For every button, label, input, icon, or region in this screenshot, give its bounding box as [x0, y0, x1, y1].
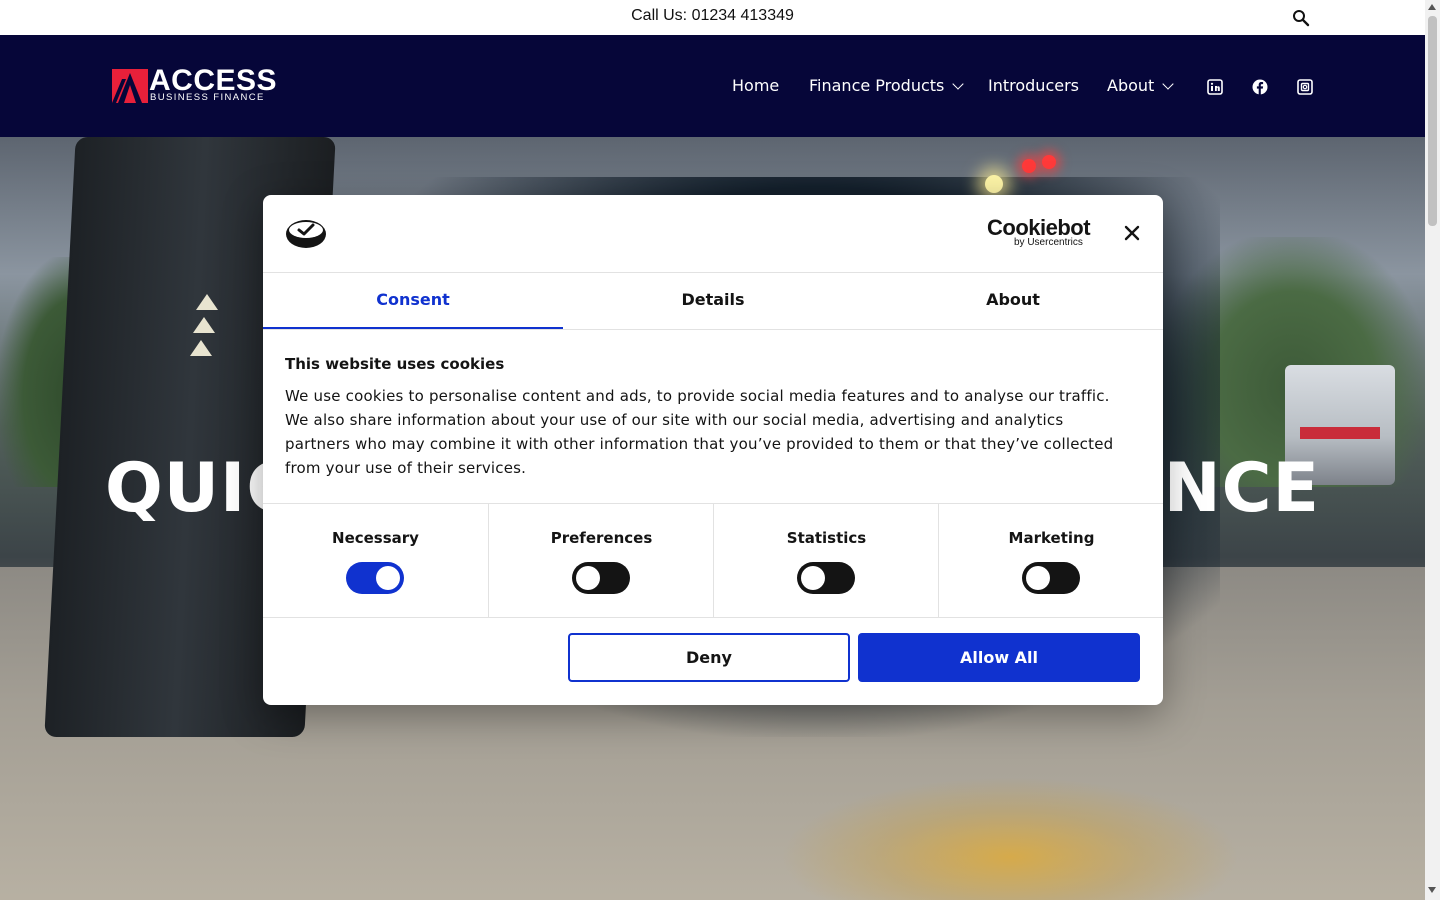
close-icon[interactable]: [1122, 223, 1142, 243]
hero-light: [1042, 155, 1056, 169]
tab-details[interactable]: Details: [563, 273, 863, 330]
page-scrollbar[interactable]: [1425, 0, 1440, 900]
search-icon[interactable]: [1292, 9, 1310, 27]
instagram-icon[interactable]: [1297, 79, 1313, 95]
nav-home[interactable]: Home: [732, 76, 779, 95]
divider: [263, 617, 1163, 618]
divider: [263, 329, 1163, 330]
dialog-body-text: We use cookies to personalise content an…: [285, 387, 1114, 477]
hero-triangle-marker: [190, 340, 212, 356]
logo-mark-icon: [112, 69, 148, 103]
nav-introducers[interactable]: Introducers: [988, 76, 1079, 95]
tab-consent[interactable]: Consent: [263, 273, 563, 330]
site-logo-icon: [286, 220, 326, 248]
hero-light: [985, 175, 1003, 193]
scroll-down-arrow-icon[interactable]: [1428, 887, 1436, 893]
cookie-consent-dialog: Cookiebot by Usercentrics Consent Detail…: [263, 195, 1163, 705]
nav-about[interactable]: About: [1107, 76, 1174, 95]
statistics-toggle[interactable]: [797, 562, 855, 594]
chevron-down-icon: [952, 78, 965, 90]
hero-lorry-sign: [1300, 427, 1380, 439]
category-label: Marketing: [1008, 529, 1095, 547]
category-preferences: Preferences: [488, 503, 713, 617]
site-logo[interactable]: ACCESS BUSINESS FINANCE: [112, 66, 277, 108]
allow-all-button[interactable]: Allow All: [858, 633, 1140, 682]
hero-triangle-marker: [193, 317, 215, 333]
top-bar: Call Us: 01234 413349: [0, 0, 1425, 35]
nav-finance-products[interactable]: Finance Products: [809, 76, 965, 95]
deny-button[interactable]: Deny: [568, 633, 850, 682]
hero-ground-glow: [780, 777, 1240, 900]
site-header: ACCESS BUSINESS FINANCE Home Finance Pro…: [0, 35, 1425, 137]
preferences-toggle[interactable]: [572, 562, 630, 594]
toggle-knob: [376, 566, 400, 590]
logo-subtitle: BUSINESS FINANCE: [150, 92, 265, 103]
category-statistics: Statistics: [713, 503, 938, 617]
scrollbar-thumb[interactable]: [1428, 16, 1437, 226]
hero-light: [1022, 159, 1036, 173]
scroll-up-arrow-icon[interactable]: [1428, 4, 1436, 10]
marketing-toggle[interactable]: [1022, 562, 1080, 594]
toggle-knob: [1026, 566, 1050, 590]
tab-about[interactable]: About: [863, 273, 1163, 330]
dialog-heading: This website uses cookies: [285, 355, 505, 373]
toggle-knob: [801, 566, 825, 590]
category-label: Preferences: [550, 529, 653, 547]
facebook-icon[interactable]: [1252, 79, 1268, 95]
phone-number[interactable]: Call Us: 01234 413349: [0, 7, 1425, 25]
hero-triangle-marker: [196, 294, 218, 310]
cookiebot-brand[interactable]: Cookiebot by Usercentrics: [987, 215, 1091, 249]
chevron-down-icon: [1162, 78, 1174, 90]
category-label: Statistics: [786, 529, 867, 547]
cookiebot-by-text: by Usercentrics: [1014, 237, 1083, 248]
category-marketing: Marketing: [938, 503, 1163, 617]
linkedin-icon[interactable]: [1207, 79, 1223, 95]
toggle-knob: [576, 566, 600, 590]
necessary-toggle[interactable]: [346, 562, 404, 594]
category-label: Necessary: [332, 529, 419, 547]
category-necessary: Necessary: [263, 503, 488, 617]
